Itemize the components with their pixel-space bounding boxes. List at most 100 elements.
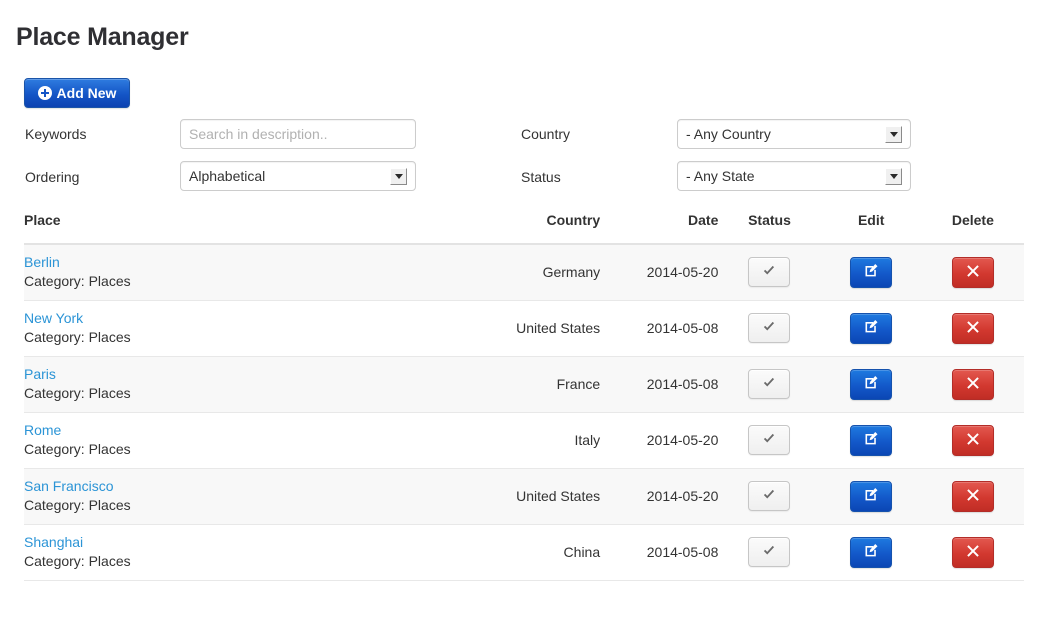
delete-cell [921,300,1024,357]
x-icon [966,432,980,449]
place-link[interactable]: New York [24,309,480,328]
status-toggle-button[interactable] [748,425,791,455]
table-row: Paris Category: Places France 2014-05-08 [24,356,1024,413]
plus-circle-icon [37,86,52,100]
chevron-down-icon[interactable] [390,167,407,185]
ordering-select[interactable]: Alphabetical [180,161,416,191]
check-icon [762,544,776,561]
column-header-edit: Edit [820,212,922,245]
edit-button[interactable] [850,480,893,512]
country-cell: France [479,356,601,413]
status-cell [718,300,821,357]
status-cell [718,524,821,581]
place-category: Category: Places [24,385,131,401]
place-category: Category: Places [24,273,131,290]
edit-cell [820,300,922,357]
status-toggle-button[interactable] [748,369,791,399]
country-select[interactable]: - Any Country [677,119,911,149]
country-cell: Germany [479,244,601,301]
delete-cell [921,244,1024,301]
country-selected-value: - Any Country [686,126,771,142]
delete-button[interactable] [951,480,994,512]
date-cell: 2014-05-20 [600,412,719,469]
date-cell: 2014-05-20 [600,244,719,301]
place-link[interactable]: Paris [24,365,480,384]
table-body: Berlin Category: Places Germany 2014-05-… [24,244,1024,581]
edit-button[interactable] [850,536,893,568]
column-header-place[interactable]: Place [24,212,480,245]
status-toggle-button[interactable] [748,537,791,567]
x-icon [966,544,980,561]
delete-cell [921,524,1024,581]
delete-button[interactable] [951,368,994,400]
pencil-square-icon [864,431,879,449]
date-cell: 2014-05-08 [600,356,719,413]
status-toggle-button[interactable] [748,313,791,343]
date-cell: 2014-05-20 [600,468,719,525]
delete-cell [921,468,1024,525]
edit-button[interactable] [850,312,893,344]
table-row: New York Category: Places United States … [24,300,1024,357]
delete-button[interactable] [951,256,994,288]
pencil-square-icon [864,263,879,281]
place-link[interactable]: San Francisco [24,477,480,496]
column-header-country[interactable]: Country [479,212,601,245]
edit-cell [820,468,922,525]
check-icon [762,488,776,505]
chevron-down-icon[interactable] [885,167,902,185]
status-toggle-button[interactable] [748,257,791,288]
country-label: Country [521,126,571,142]
edit-button[interactable] [850,368,893,400]
chevron-down-icon[interactable] [885,125,902,143]
status-cell [718,412,821,469]
check-icon [762,376,776,393]
ordering-label: Ordering [25,169,80,185]
place-cell: Paris Category: Places [24,356,480,413]
place-cell: Rome Category: Places [24,412,480,469]
delete-button[interactable] [951,536,994,568]
pencil-square-icon [864,375,879,393]
delete-cell [921,356,1024,413]
search-input[interactable] [180,119,416,149]
status-cell [718,244,821,301]
table-row: San Francisco Category: Places United St… [24,468,1024,525]
status-select[interactable]: - Any State [677,161,911,191]
delete-button[interactable] [951,424,994,456]
place-link[interactable]: Shanghai [24,533,480,552]
keywords-label: Keywords [25,126,87,142]
edit-button[interactable] [850,424,893,456]
place-category: Category: Places [24,553,131,569]
place-link[interactable]: Rome [24,421,480,440]
place-category: Category: Places [24,441,131,457]
place-link[interactable]: Berlin [24,253,480,272]
delete-button[interactable] [951,312,994,344]
pencil-square-icon [864,319,879,337]
column-header-status[interactable]: Status [718,212,821,245]
check-icon [762,320,776,337]
x-icon [966,320,980,337]
country-cell: Italy [479,412,601,469]
date-cell: 2014-05-08 [600,300,719,357]
table-header: Place Country Date Status Edit Delete [24,212,1024,245]
place-manager-page: Place Manager Add New Keywords Ordering … [0,0,1046,623]
add-new-button[interactable]: Add New [24,78,130,108]
add-new-label: Add New [56,85,117,101]
edit-cell [820,412,922,469]
country-cell: United States [479,300,601,357]
place-category: Category: Places [24,329,131,345]
pencil-square-icon [864,543,879,561]
places-table: Place Country Date Status Edit Delete Be… [24,212,1024,581]
place-category: Category: Places [24,497,131,513]
status-toggle-button[interactable] [748,481,791,511]
country-cell: United States [479,468,601,525]
place-cell: Berlin Category: Places [24,244,480,301]
place-cell: New York Category: Places [24,300,480,357]
edit-button[interactable] [850,256,893,288]
places-table-container: Place Country Date Status Edit Delete Be… [24,212,1024,581]
table-header-row: Place Country Date Status Edit Delete [24,212,1024,245]
table-row: Shanghai Category: Places China 2014-05-… [24,524,1024,581]
status-label: Status [521,169,561,185]
edit-cell [820,244,922,301]
pencil-square-icon [864,487,879,505]
column-header-date[interactable]: Date [600,212,719,245]
